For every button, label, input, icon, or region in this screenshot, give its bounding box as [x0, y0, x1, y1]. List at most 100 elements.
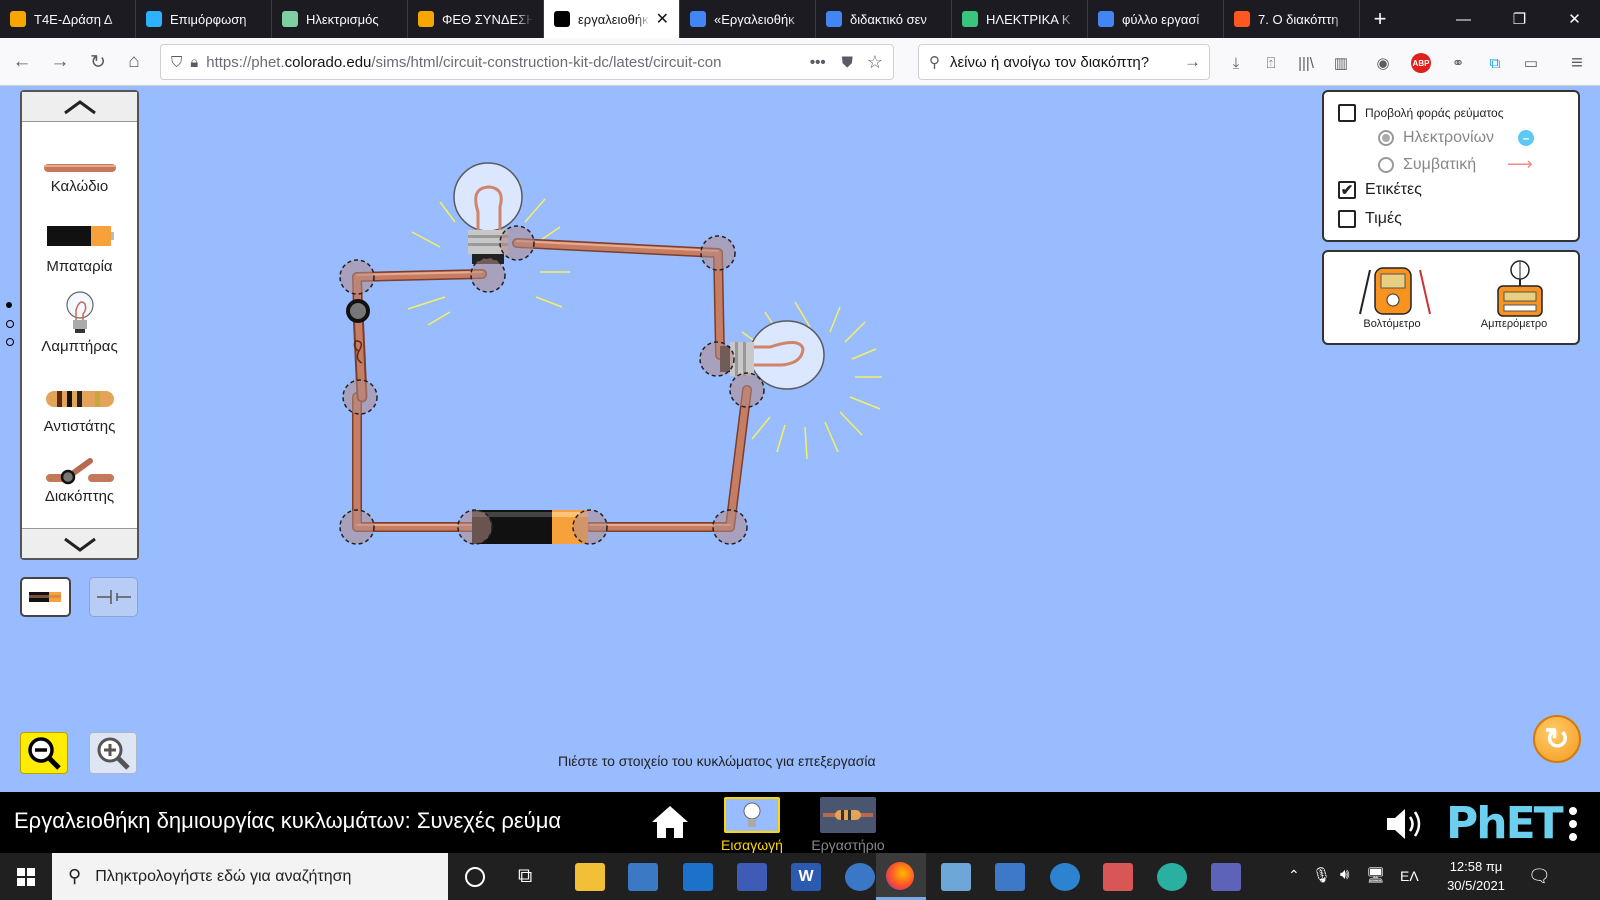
- start-button[interactable]: [0, 853, 52, 900]
- go-arrow-icon[interactable]: →: [1184, 52, 1201, 72]
- pdf-app-icon[interactable]: [941, 863, 971, 891]
- schematic-view-button[interactable]: [89, 577, 138, 617]
- browser-tab[interactable]: Ηλεκτρισμός: [272, 0, 408, 38]
- edge-app-icon[interactable]: [1157, 863, 1187, 891]
- conventional-label: Συμβατική: [1403, 155, 1477, 173]
- zoom-out-button[interactable]: [20, 732, 68, 774]
- mail-icon[interactable]: [683, 863, 713, 891]
- toolbox-battery[interactable]: Μπαταρία: [22, 224, 137, 275]
- shield-icon[interactable]: ⛉: [171, 54, 182, 71]
- account-icon[interactable]: ◉: [1372, 52, 1394, 74]
- volume-icon[interactable]: 🔊︎: [1340, 866, 1349, 883]
- translate-icon[interactable]: ⧉: [1484, 52, 1506, 74]
- globe-app-icon[interactable]: [845, 863, 875, 891]
- electrons-radio[interactable]: Ηλεκτρονίων –: [1378, 129, 1534, 147]
- close-tab-icon[interactable]: ✕: [656, 9, 669, 29]
- sound-toggle[interactable]: [1385, 806, 1427, 842]
- phet-logo[interactable]: PhET: [1446, 798, 1564, 849]
- windows-taskbar: ⚲ Πληκτρολογήστε εδώ για αναζήτηση ⧉ W ⌃…: [0, 853, 1600, 900]
- bookmark-star-icon[interactable]: ☆: [867, 52, 883, 73]
- tray-chevron-icon[interactable]: ⌃: [1288, 867, 1300, 884]
- search-bar[interactable]: ⚲ λείνω ή ανοίγω τον διακόπτη? →: [918, 44, 1210, 80]
- notification-icon[interactable]: 🗨︎: [1528, 866, 1551, 887]
- network-icon[interactable]: 🖥︎: [1366, 866, 1385, 884]
- outlook-app-icon[interactable]: [1050, 863, 1080, 891]
- kebab-menu-icon: [1569, 807, 1577, 841]
- pdf-reader-icon[interactable]: [1103, 863, 1133, 891]
- labels-box[interactable]: ✔: [1338, 181, 1356, 199]
- drive-app-icon[interactable]: [995, 863, 1025, 891]
- menu-icon[interactable]: ≡: [1566, 52, 1588, 74]
- conventional-radio-dot[interactable]: [1378, 156, 1394, 173]
- clock[interactable]: 12:58 πμ 30/5/2021: [1436, 857, 1516, 895]
- pocket-icon[interactable]: ⛊: [842, 54, 853, 71]
- browser-tab[interactable]: Επιμόρφωση: [136, 0, 272, 38]
- back-button[interactable]: ←: [8, 48, 36, 76]
- sidebar-icon[interactable]: ▥: [1330, 52, 1352, 74]
- reload-button[interactable]: ↻: [84, 48, 112, 76]
- taskbar-search-box[interactable]: ⚲ Πληκτρολογήστε εδώ για αναζήτηση: [52, 853, 448, 900]
- toolbox-resistor[interactable]: Αντιστάτης: [22, 388, 137, 435]
- snipping-tool-icon[interactable]: [1211, 863, 1241, 891]
- show-current-checkbox[interactable]: Προβολή φοράς ρεύματος: [1338, 104, 1503, 122]
- values-checkbox[interactable]: Τιμές: [1338, 210, 1402, 228]
- toolbox-switch[interactable]: Διακόπτης: [22, 456, 137, 505]
- browser-tab[interactable]: διδακτικό σεν: [816, 0, 952, 38]
- electrons-radio-dot[interactable]: [1378, 130, 1394, 146]
- word-icon[interactable]: W: [791, 863, 821, 891]
- browser-tab[interactable]: εργαλειοθήκη ✕: [544, 0, 680, 38]
- browser-tab[interactable]: «Εργαλειοθήκ: [680, 0, 816, 38]
- store-icon[interactable]: [628, 863, 658, 891]
- page-dot[interactable]: [6, 338, 14, 346]
- more-actions-icon[interactable]: •••: [810, 54, 826, 71]
- save-app-icon[interactable]: [737, 863, 767, 891]
- browser-tab[interactable]: Τ4Ε-Δράση Δ: [0, 0, 136, 38]
- home-button[interactable]: ⌂: [120, 48, 148, 76]
- microphone-icon[interactable]: 🎙︎: [1312, 866, 1331, 884]
- lifelike-view-button[interactable]: [20, 577, 71, 617]
- window-close-button[interactable]: ✕: [1547, 0, 1600, 38]
- download-icon[interactable]: ⤓: [1225, 52, 1247, 74]
- ammeter-tool[interactable]: Αμπερόμετρο: [1464, 258, 1564, 330]
- cortana-icon[interactable]: [465, 867, 485, 887]
- browser-tab-bar: Τ4Ε-Δράση Δ Επιμόρφωση Ηλεκτρισμός ΦΕΘ ΣΥΝΔ…: [0, 0, 1600, 38]
- page-dot[interactable]: [6, 320, 14, 328]
- file-explorer-icon[interactable]: [575, 863, 605, 891]
- browser-tab[interactable]: ΗΛΕΚΤΡΙΚΑ Κ: [952, 0, 1088, 38]
- reset-icon: ↻: [1544, 722, 1570, 756]
- reset-all-button[interactable]: ↻: [1533, 715, 1581, 763]
- browser-tab[interactable]: 7. Ο διακόπτη: [1224, 0, 1360, 38]
- screenshot-icon[interactable]: ⍐: [1260, 52, 1282, 74]
- adblock-icon[interactable]: ABP: [1410, 52, 1432, 74]
- voltmeter-tool[interactable]: Βολτόμετρο: [1342, 262, 1442, 330]
- new-tab-button[interactable]: +: [1360, 0, 1400, 38]
- browser-tab[interactable]: φύλλο εργασί: [1088, 0, 1224, 38]
- forward-button[interactable]: →: [46, 48, 74, 76]
- toolbox-lightbulb[interactable]: Λαμπτήρας: [22, 290, 137, 355]
- screen-intro-button[interactable]: Εισαγωγή: [712, 795, 792, 853]
- page-dot-active[interactable]: [6, 302, 12, 308]
- toolbox-wire[interactable]: Καλώδιο: [22, 162, 137, 195]
- browser-tab[interactable]: ΦΕΘ ΣΥΝΔΕΣΗ: [408, 0, 544, 38]
- library-icon[interactable]: |||\: [1295, 52, 1317, 74]
- lock-icon[interactable]: 🔒︎: [190, 54, 198, 71]
- phet-menu-button[interactable]: [1566, 806, 1580, 842]
- labels-checkbox[interactable]: ✔ Ετικέτες: [1338, 181, 1422, 199]
- extension-icon[interactable]: ⚭: [1447, 52, 1469, 74]
- screen-capture-icon[interactable]: ▭: [1520, 52, 1542, 74]
- zoom-in-button[interactable]: [89, 732, 137, 774]
- minimize-button[interactable]: —: [1436, 0, 1491, 38]
- show-current-box[interactable]: [1338, 104, 1356, 122]
- firefox-taskbar-item[interactable]: [876, 853, 926, 900]
- conventional-radio[interactable]: Συμβατική ⟶: [1378, 154, 1533, 175]
- home-screen-button[interactable]: [650, 804, 690, 840]
- restore-button[interactable]: ❐: [1492, 0, 1547, 38]
- language-indicator[interactable]: ΕΛ: [1400, 868, 1419, 884]
- url-bar[interactable]: ⛉ 🔒︎ https://phet.colorado.edu/sims/html…: [160, 44, 894, 80]
- browser-nav-bar: ← → ↻ ⌂ ⛉ 🔒︎ https://phet.colorado.edu/s…: [0, 38, 1600, 86]
- carousel-up-button[interactable]: [22, 92, 137, 122]
- screen-lab-button[interactable]: Εργαστήριο: [808, 795, 888, 853]
- values-box[interactable]: [1338, 210, 1356, 228]
- task-view-icon[interactable]: ⧉: [518, 865, 532, 888]
- carousel-down-button[interactable]: [22, 528, 137, 558]
